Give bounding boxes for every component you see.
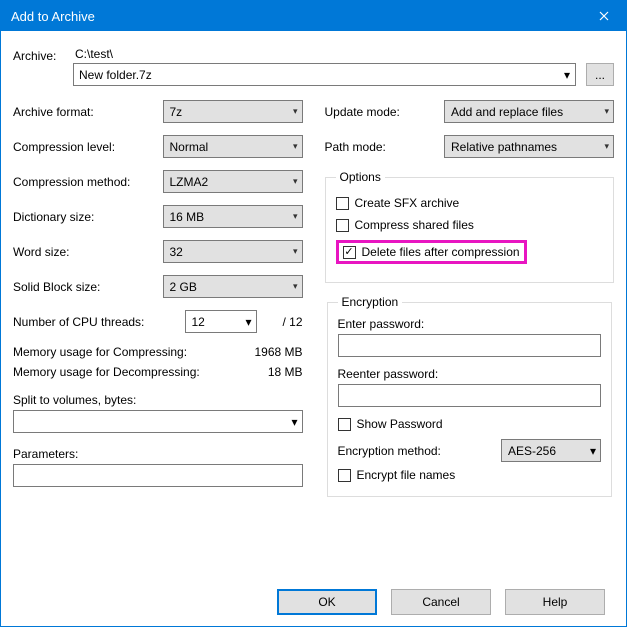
shared-checkbox[interactable] (336, 219, 349, 232)
archive-label: Archive: (13, 47, 73, 63)
delete-checkbox[interactable]: ✓ (343, 246, 356, 259)
encryption-group: Encryption Enter password: Reenter passw… (327, 295, 613, 497)
chevron-down-icon: ▾ (293, 106, 298, 117)
chevron-down-icon: ▾ (293, 176, 298, 187)
chevron-down-icon: ▾ (293, 211, 298, 222)
pathmode-label: Path mode: (325, 140, 445, 154)
method-label: Compression method: (13, 175, 163, 189)
chevron-down-icon: ▾ (293, 141, 298, 152)
options-group: Options Create SFX archive Compress shar… (325, 170, 615, 283)
showpw-label: Show Password (357, 417, 443, 431)
encryptnames-label: Encrypt file names (357, 468, 456, 482)
solid-select[interactable]: 2 GB▾ (163, 275, 303, 298)
solid-label: Solid Block size: (13, 280, 163, 294)
archive-path: C:\test\ (73, 47, 614, 61)
password-input[interactable] (338, 334, 602, 357)
help-button[interactable]: Help (505, 589, 605, 615)
split-label: Split to volumes, bytes: (13, 393, 303, 407)
archive-name-value: New folder.7z (79, 68, 152, 82)
pathmode-select[interactable]: Relative pathnames▾ (444, 135, 614, 158)
archive-name-combo[interactable]: New folder.7z ▾ (73, 63, 576, 86)
word-select[interactable]: 32▾ (163, 240, 303, 263)
titlebar: Add to Archive (1, 1, 626, 31)
delete-highlight: ✓ Delete files after compression (336, 240, 527, 264)
split-combo[interactable]: ▾ (13, 410, 303, 433)
cpu-select[interactable]: 12▾ (185, 310, 257, 333)
chevron-down-icon: ▾ (293, 281, 298, 292)
browse-button[interactable]: ... (586, 63, 614, 86)
word-label: Word size: (13, 245, 163, 259)
options-legend: Options (336, 170, 385, 184)
update-select[interactable]: Add and replace files▾ (444, 100, 614, 123)
format-select[interactable]: 7z▾ (163, 100, 303, 123)
dict-label: Dictionary size: (13, 210, 163, 224)
level-select[interactable]: Normal▾ (163, 135, 303, 158)
mem-decompress-value: 18 MB (268, 365, 303, 379)
chevron-down-icon: ▾ (604, 106, 609, 117)
cpu-label: Number of CPU threads: (13, 315, 179, 329)
reenter-password-input[interactable] (338, 384, 602, 407)
cancel-button[interactable]: Cancel (391, 589, 491, 615)
chevron-down-icon: ▾ (564, 68, 570, 82)
chevron-down-icon: ▾ (245, 315, 251, 329)
mem-decompress-label: Memory usage for Decompressing: (13, 365, 200, 379)
method-select[interactable]: LZMA2▾ (163, 170, 303, 193)
update-label: Update mode: (325, 105, 445, 119)
reenter-pw-label: Reenter password: (338, 367, 602, 381)
enc-method-label: Encryption method: (338, 444, 502, 458)
ok-button[interactable]: OK (277, 589, 377, 615)
format-label: Archive format: (13, 105, 163, 119)
chevron-down-icon: ▾ (590, 444, 596, 458)
chevron-down-icon: ▾ (291, 415, 297, 429)
encryption-legend: Encryption (338, 295, 403, 309)
showpw-checkbox[interactable] (338, 418, 351, 431)
window-title: Add to Archive (11, 9, 95, 24)
dict-select[interactable]: 16 MB▾ (163, 205, 303, 228)
params-label: Parameters: (13, 447, 303, 461)
chevron-down-icon: ▾ (293, 246, 298, 257)
sfx-label: Create SFX archive (355, 196, 460, 210)
cpu-total: / 12 (263, 315, 303, 329)
level-label: Compression level: (13, 140, 163, 154)
params-input[interactable] (13, 464, 303, 487)
enc-method-select[interactable]: AES-256▾ (501, 439, 601, 462)
delete-label: Delete files after compression (362, 245, 520, 259)
mem-compress-label: Memory usage for Compressing: (13, 345, 187, 359)
shared-label: Compress shared files (355, 218, 474, 232)
mem-compress-value: 1968 MB (254, 345, 302, 359)
encryptnames-checkbox[interactable] (338, 469, 351, 482)
close-button[interactable] (581, 1, 626, 31)
sfx-checkbox[interactable] (336, 197, 349, 210)
chevron-down-icon: ▾ (604, 141, 609, 152)
enter-pw-label: Enter password: (338, 317, 602, 331)
